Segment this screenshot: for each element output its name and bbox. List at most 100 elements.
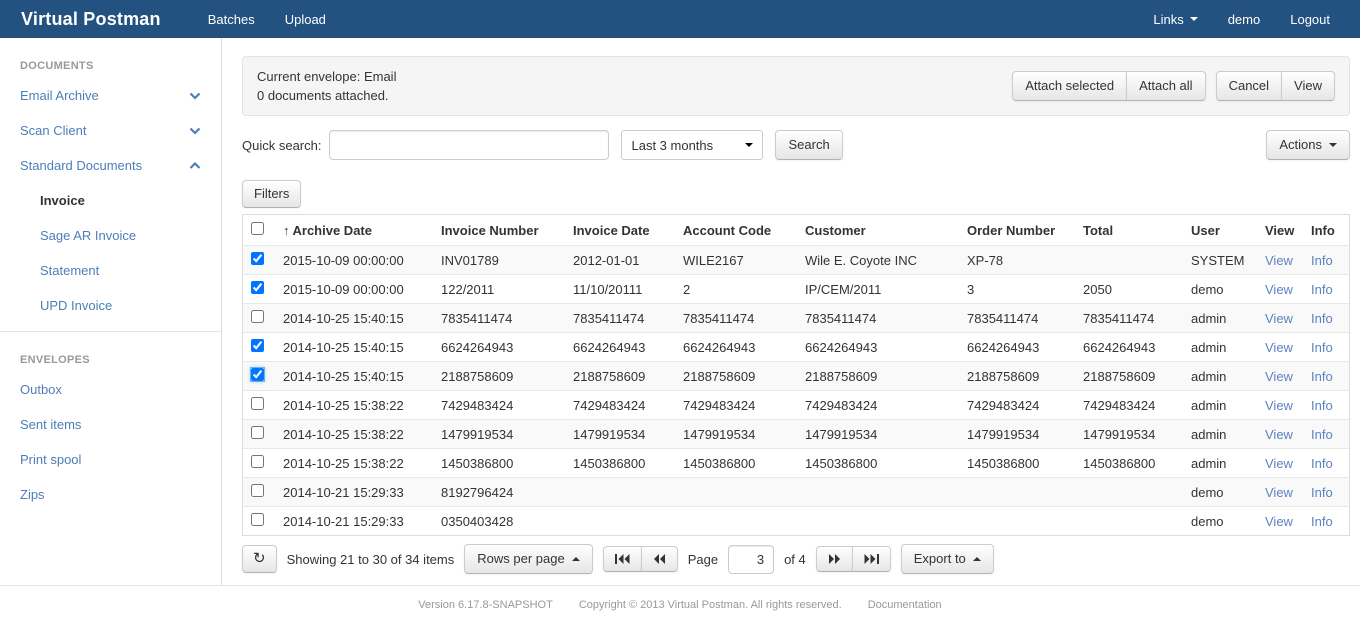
brand-title[interactable]: Virtual Postman: [21, 9, 161, 30]
column-account-code[interactable]: Account Code: [675, 215, 797, 246]
filters-button[interactable]: Filters: [242, 180, 301, 208]
info-link[interactable]: Info: [1311, 485, 1333, 500]
column-archive-date[interactable]: ↑Archive Date: [275, 215, 433, 246]
cell-invoice-date: 2012-01-01: [565, 246, 675, 275]
documents-attached-text: 0 documents attached.: [257, 86, 396, 105]
view-link[interactable]: View: [1265, 282, 1293, 297]
cell-invoice-number: 7835411474: [433, 304, 565, 333]
row-checkbox[interactable]: [251, 397, 264, 410]
column-order-number[interactable]: Order Number: [959, 215, 1075, 246]
info-link[interactable]: Info: [1311, 369, 1333, 384]
info-link[interactable]: Info: [1311, 340, 1333, 355]
cell-order-number: 6624264943: [959, 333, 1075, 362]
column-user[interactable]: User: [1183, 215, 1257, 246]
sidebar-item-sage-ar-invoice[interactable]: Sage AR Invoice: [0, 218, 221, 253]
info-link[interactable]: Info: [1311, 427, 1333, 442]
sidebar-item-statement[interactable]: Statement: [0, 253, 221, 288]
attach-all-button[interactable]: Attach all: [1126, 71, 1205, 101]
caret-down-icon: [1190, 17, 1198, 21]
sidebar-item-outbox[interactable]: Outbox: [0, 372, 221, 407]
nav-item-links[interactable]: Links: [1138, 12, 1212, 27]
rows-per-page-button[interactable]: Rows per page: [464, 544, 592, 574]
sidebar-item-label: Email Archive: [20, 88, 99, 103]
row-checkbox[interactable]: [251, 252, 264, 265]
info-link[interactable]: Info: [1311, 514, 1333, 529]
cell-total: 7835411474: [1075, 304, 1183, 333]
table-row: 2014-10-25 15:40:15 6624264943 662426494…: [243, 333, 1349, 362]
row-checkbox[interactable]: [251, 513, 264, 526]
sort-asc-icon: ↑: [283, 223, 290, 238]
row-checkbox[interactable]: [251, 484, 264, 497]
select-all-checkbox[interactable]: [251, 222, 264, 235]
cell-customer: 6624264943: [797, 333, 959, 362]
view-link[interactable]: View: [1265, 427, 1293, 442]
sidebar-item-invoice[interactable]: Invoice: [0, 183, 221, 218]
search-button[interactable]: Search: [775, 130, 842, 160]
sidebar-divider: [0, 331, 221, 332]
view-link[interactable]: View: [1265, 485, 1293, 500]
info-link[interactable]: Info: [1311, 456, 1333, 471]
nav-item-batches[interactable]: Batches: [193, 12, 270, 27]
first-page-button[interactable]: [603, 546, 642, 572]
date-range-select[interactable]: Last 3 months: [621, 130, 763, 160]
sidebar-item-zips[interactable]: Zips: [0, 477, 221, 512]
cancel-button[interactable]: Cancel: [1216, 71, 1282, 101]
row-checkbox[interactable]: [251, 455, 264, 468]
sidebar-item-sent-items[interactable]: Sent items: [0, 407, 221, 442]
cell-account-code: 7835411474: [675, 304, 797, 333]
sidebar-item-print-spool[interactable]: Print spool: [0, 442, 221, 477]
view-link[interactable]: View: [1265, 340, 1293, 355]
column-customer[interactable]: Customer: [797, 215, 959, 246]
cell-account-code: 1479919534: [675, 420, 797, 449]
export-to-button[interactable]: Export to: [901, 544, 994, 574]
cell-archive-date: 2014-10-25 15:40:15: [275, 333, 433, 362]
cell-invoice-number: 7429483424: [433, 391, 565, 420]
cell-archive-date: 2014-10-25 15:38:22: [275, 391, 433, 420]
next-page-icon: [828, 554, 841, 564]
view-link[interactable]: View: [1265, 369, 1293, 384]
column-total[interactable]: Total: [1075, 215, 1183, 246]
view-link[interactable]: View: [1265, 253, 1293, 268]
cell-archive-date: 2014-10-25 15:40:15: [275, 362, 433, 391]
view-button[interactable]: View: [1281, 71, 1335, 101]
column-view: View: [1257, 215, 1303, 246]
view-link[interactable]: View: [1265, 398, 1293, 413]
actions-button[interactable]: Actions: [1266, 130, 1350, 160]
sidebar-item-standard-documents[interactable]: Standard Documents: [0, 148, 221, 183]
column-invoice-date[interactable]: Invoice Date: [565, 215, 675, 246]
nav-item-upload[interactable]: Upload: [270, 12, 341, 27]
view-link[interactable]: View: [1265, 456, 1293, 471]
last-page-button[interactable]: [852, 546, 891, 572]
refresh-button[interactable]: ↻: [242, 545, 277, 573]
cell-invoice-number: 0350403428: [433, 507, 565, 536]
cell-invoice-date: 7429483424: [565, 391, 675, 420]
quick-search-input[interactable]: [329, 130, 609, 160]
previous-page-button[interactable]: [641, 546, 678, 572]
sidebar-item-email-archive[interactable]: Email Archive: [0, 78, 221, 113]
sidebar-item-scan-client[interactable]: Scan Client: [0, 113, 221, 148]
row-checkbox[interactable]: [251, 281, 264, 294]
info-link[interactable]: Info: [1311, 282, 1333, 297]
cell-total: 2050: [1075, 275, 1183, 304]
page-number-input[interactable]: [728, 545, 774, 574]
row-checkbox[interactable]: [251, 310, 264, 323]
view-link[interactable]: View: [1265, 514, 1293, 529]
current-envelope-text: Current envelope: Email: [257, 67, 396, 86]
view-link[interactable]: View: [1265, 311, 1293, 326]
info-link[interactable]: Info: [1311, 398, 1333, 413]
column-invoice-number[interactable]: Invoice Number: [433, 215, 565, 246]
documentation-link[interactable]: Documentation: [868, 599, 942, 611]
nav-item-logout[interactable]: Logout: [1275, 12, 1345, 27]
row-checkbox[interactable]: [251, 426, 264, 439]
cell-total: 6624264943: [1075, 333, 1183, 362]
attach-selected-button[interactable]: Attach selected: [1012, 71, 1127, 101]
cell-archive-date: 2015-10-09 00:00:00: [275, 275, 433, 304]
nav-item-user-demo[interactable]: demo: [1213, 12, 1276, 27]
info-link[interactable]: Info: [1311, 311, 1333, 326]
info-link[interactable]: Info: [1311, 253, 1333, 268]
next-page-button[interactable]: [816, 546, 853, 572]
row-checkbox[interactable]: [251, 339, 264, 352]
sidebar-item-upd-invoice[interactable]: UPD Invoice: [0, 288, 221, 323]
cell-invoice-number: 1450386800: [433, 449, 565, 478]
row-checkbox[interactable]: [251, 368, 264, 381]
